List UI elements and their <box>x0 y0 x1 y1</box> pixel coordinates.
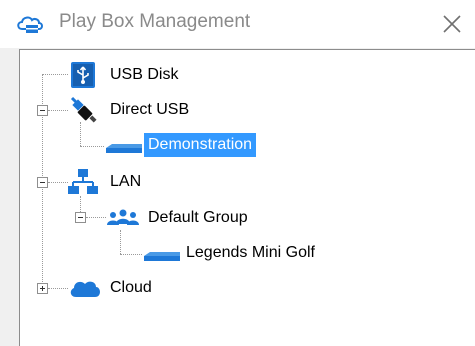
tree-node-legends-mini-golf[interactable]: Legends Mini Golf <box>142 238 342 268</box>
device-tree-panel[interactable]: USB Disk Direct USB Demonstration LAN De… <box>19 49 475 346</box>
title-bar: Play Box Management <box>0 0 475 48</box>
collapse-toggle[interactable] <box>75 212 86 223</box>
tree-node-label: Cloud <box>110 279 152 296</box>
tree-node-label: Default Group <box>148 209 248 226</box>
collapse-toggle[interactable] <box>37 105 48 116</box>
tree-node-default-group[interactable]: Default Group <box>106 203 276 233</box>
tree-connector <box>48 182 68 183</box>
cloud-icon <box>70 281 100 297</box>
tree-connector <box>48 288 68 289</box>
tree-node-label: LAN <box>110 173 142 190</box>
play-box-device-icon <box>144 252 180 261</box>
usb-cable-icon <box>70 96 97 123</box>
tree-node-demonstration[interactable]: Demonstration <box>104 130 284 160</box>
tree-node-label: Direct USB <box>110 101 190 118</box>
tree-connector <box>120 254 142 255</box>
tree-node-cloud[interactable]: Cloud <box>68 273 178 303</box>
close-icon[interactable] <box>441 13 463 35</box>
tree-connector <box>86 217 106 218</box>
tree-node-label: USB Disk <box>110 66 179 83</box>
tree-connector <box>42 74 68 75</box>
tree-connector <box>120 230 121 254</box>
play-box-device-icon <box>106 144 142 153</box>
usb-drive-icon <box>71 62 95 88</box>
tree-node-direct-usb[interactable]: Direct USB <box>68 95 208 125</box>
users-group-icon <box>107 209 139 225</box>
cloud-box-icon <box>17 16 43 33</box>
expand-toggle[interactable] <box>37 283 48 294</box>
tree-connector <box>48 110 68 111</box>
window-title: Play Box Management <box>59 11 251 32</box>
network-icon <box>68 169 98 194</box>
tree-node-label: Legends Mini Golf <box>186 244 315 261</box>
collapse-toggle[interactable] <box>37 177 48 188</box>
tree-connector <box>80 146 104 147</box>
tree-node-label-selected: Demonstration <box>144 133 257 157</box>
tree-node-lan[interactable]: LAN <box>68 167 168 197</box>
tree-connector <box>80 196 81 212</box>
tree-node-usb-disk[interactable]: USB Disk <box>68 60 198 90</box>
tree-connector <box>80 122 81 146</box>
